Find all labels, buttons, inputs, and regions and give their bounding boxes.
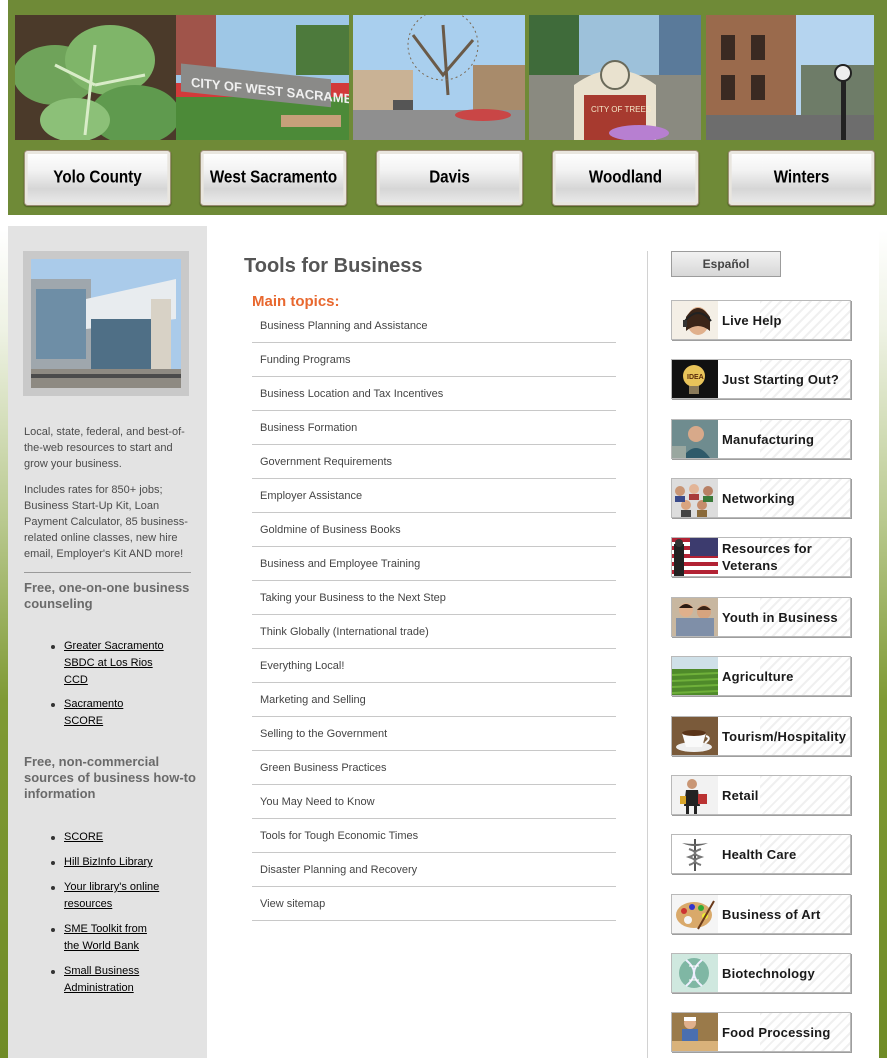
howto-links: SCORE Hill BizInfo Library Your library'… xyxy=(24,829,194,997)
sme-toolkit-link[interactable]: SME Toolkit from the World Bank xyxy=(64,923,147,952)
topic-funding-programs[interactable]: Funding Programs xyxy=(252,343,616,377)
idea-lightbulb-icon: IDEA xyxy=(672,360,718,398)
just-starting-out-button[interactable]: IDEA Just Starting Out? xyxy=(671,359,851,399)
health-care-label: Health Care xyxy=(722,846,797,862)
networking-label: Networking xyxy=(722,490,795,506)
column-divider xyxy=(647,251,648,1058)
topic-training[interactable]: Business and Employee Training xyxy=(252,547,616,581)
howto-heading: Free, non-commercial sources of business… xyxy=(24,754,196,801)
young-people-icon xyxy=(672,598,718,636)
hill-bizinfo-link[interactable]: Hill BizInfo Library xyxy=(64,856,153,868)
list-item: Sacramento SCORE xyxy=(24,696,194,730)
counseling-links: Greater Sacramento SBDC at Los Rios CCD … xyxy=(24,638,194,730)
agriculture-button[interactable]: Agriculture xyxy=(671,656,851,696)
paint-palette-icon xyxy=(672,895,718,933)
topic-business-books[interactable]: Goldmine of Business Books xyxy=(252,513,616,547)
sba-link[interactable]: Small Business Administration xyxy=(64,965,139,994)
crop-field-icon xyxy=(672,657,718,695)
svg-text:CITY OF TREES: CITY OF TREES xyxy=(591,105,651,114)
cabbage-photo xyxy=(15,15,178,140)
site-header: CITY OF WEST SACRAMENTO CITY OF TREES Yo… xyxy=(8,0,887,215)
biotechnology-label: Biotechnology xyxy=(722,965,815,981)
manufacturing-label: Manufacturing xyxy=(722,431,815,447)
main-content: Tools for Business Main topics: Business… xyxy=(207,226,879,1058)
topic-need-to-know[interactable]: You May Need to Know xyxy=(252,785,616,819)
topic-next-step[interactable]: Taking your Business to the Next Step xyxy=(252,581,616,615)
topic-marketing-selling[interactable]: Marketing and Selling xyxy=(252,683,616,717)
topic-business-planning[interactable]: Business Planning and Assistance xyxy=(252,309,616,343)
topics-label: Main topics: xyxy=(252,293,340,310)
list-item: Greater Sacramento SBDC at Los Rios CCD xyxy=(24,638,194,689)
tourism-hospitality-button[interactable]: Tourism/Hospitality xyxy=(671,716,851,756)
live-help-button[interactable]: Live Help xyxy=(671,300,851,340)
includes-text: Includes rates for 850+ jobs; Business S… xyxy=(24,484,188,560)
live-help-label: Live Help xyxy=(722,312,782,328)
biotechnology-button[interactable]: Biotechnology xyxy=(671,953,851,993)
yolo-county-button[interactable]: Yolo County xyxy=(23,150,172,206)
youth-in-business-button[interactable]: Youth in Business xyxy=(671,597,851,637)
list-item: SME Toolkit from the World Bank xyxy=(24,921,194,955)
american-flag-icon xyxy=(672,538,718,576)
list-item: Hill BizInfo Library xyxy=(24,854,194,871)
business-of-art-label: Business of Art xyxy=(722,906,821,922)
shopper-icon xyxy=(672,776,718,814)
woodland-button[interactable]: Woodland xyxy=(551,150,700,206)
veterans-button[interactable]: Resources for Veterans xyxy=(671,537,851,577)
library-resources-link[interactable]: Your library's online resources xyxy=(64,881,159,910)
espanol-button[interactable]: Español xyxy=(671,251,781,277)
topic-international-trade[interactable]: Think Globally (International trade) xyxy=(252,615,616,649)
manufacturing-button[interactable]: Manufacturing xyxy=(671,419,851,459)
tourism-hospitality-label: Tourism/Hospitality xyxy=(722,728,847,744)
agriculture-label: Agriculture xyxy=(722,668,794,684)
intro-text: Local, state, federal, and best-of-the-w… xyxy=(24,426,185,470)
page-title: Tools for Business xyxy=(244,255,423,277)
city-of-west-sacramento-sign-photo: CITY OF WEST SACRAMENTO xyxy=(176,15,349,140)
topic-tough-times[interactable]: Tools for Tough Economic Times xyxy=(252,819,616,853)
food-processing-label: Food Processing xyxy=(722,1024,831,1040)
caduceus-icon xyxy=(672,835,718,873)
veterans-label: Resources for Veterans xyxy=(722,541,813,573)
topic-selling-government[interactable]: Selling to the Government xyxy=(252,717,616,751)
coffee-cup-icon xyxy=(672,717,718,755)
sacramento-score-link[interactable]: Sacramento SCORE xyxy=(64,698,123,727)
west-sacramento-button[interactable]: West Sacramento xyxy=(199,150,348,206)
networking-button[interactable]: Networking xyxy=(671,478,851,518)
left-divider xyxy=(24,572,191,573)
health-care-button[interactable]: Health Care xyxy=(671,834,851,874)
sbdc-link[interactable]: Greater Sacramento SBDC at Los Rios CCD xyxy=(64,640,164,686)
topic-green-business[interactable]: Green Business Practices xyxy=(252,751,616,785)
library-building-photo xyxy=(23,251,189,396)
just-starting-out-label: Just Starting Out? xyxy=(722,371,839,387)
retail-label: Retail xyxy=(722,787,759,803)
score-link[interactable]: SCORE xyxy=(64,831,103,843)
topic-business-location[interactable]: Business Location and Tax Incentives xyxy=(252,377,616,411)
davis-button[interactable]: Davis xyxy=(375,150,524,206)
topic-government-requirements[interactable]: Government Requirements xyxy=(252,445,616,479)
davis-street-photo xyxy=(353,15,525,140)
topics-list: Business Planning and Assistance Funding… xyxy=(252,309,616,921)
topic-everything-local[interactable]: Everything Local! xyxy=(252,649,616,683)
counseling-heading: Free, one-on-one business counseling xyxy=(24,580,190,611)
svg-text:IDEA: IDEA xyxy=(687,374,704,381)
retail-button[interactable]: Retail xyxy=(671,775,851,815)
food-worker-icon xyxy=(672,1013,718,1051)
people-group-icon xyxy=(672,479,718,517)
winters-button[interactable]: Winters xyxy=(727,150,876,206)
city-of-trees-sign-photo: CITY OF TREES xyxy=(529,15,701,140)
list-item: Small Business Administration xyxy=(24,963,194,997)
left-sidebar: Local, state, federal, and best-of-the-w… xyxy=(8,226,207,1058)
youth-in-business-label: Youth in Business xyxy=(722,609,838,625)
winters-main-street-photo xyxy=(706,15,874,140)
list-item: Your library's online resources xyxy=(24,879,194,913)
topic-view-sitemap[interactable]: View sitemap xyxy=(252,887,616,921)
dna-icon xyxy=(672,954,718,992)
headset-agent-icon xyxy=(672,301,718,339)
food-processing-button[interactable]: Food Processing xyxy=(671,1012,851,1052)
topic-disaster-planning[interactable]: Disaster Planning and Recovery xyxy=(252,853,616,887)
topic-employer-assistance[interactable]: Employer Assistance xyxy=(252,479,616,513)
business-of-art-button[interactable]: Business of Art xyxy=(671,894,851,934)
list-item: SCORE xyxy=(24,829,194,846)
topic-business-formation[interactable]: Business Formation xyxy=(252,411,616,445)
factory-worker-icon xyxy=(672,420,718,458)
